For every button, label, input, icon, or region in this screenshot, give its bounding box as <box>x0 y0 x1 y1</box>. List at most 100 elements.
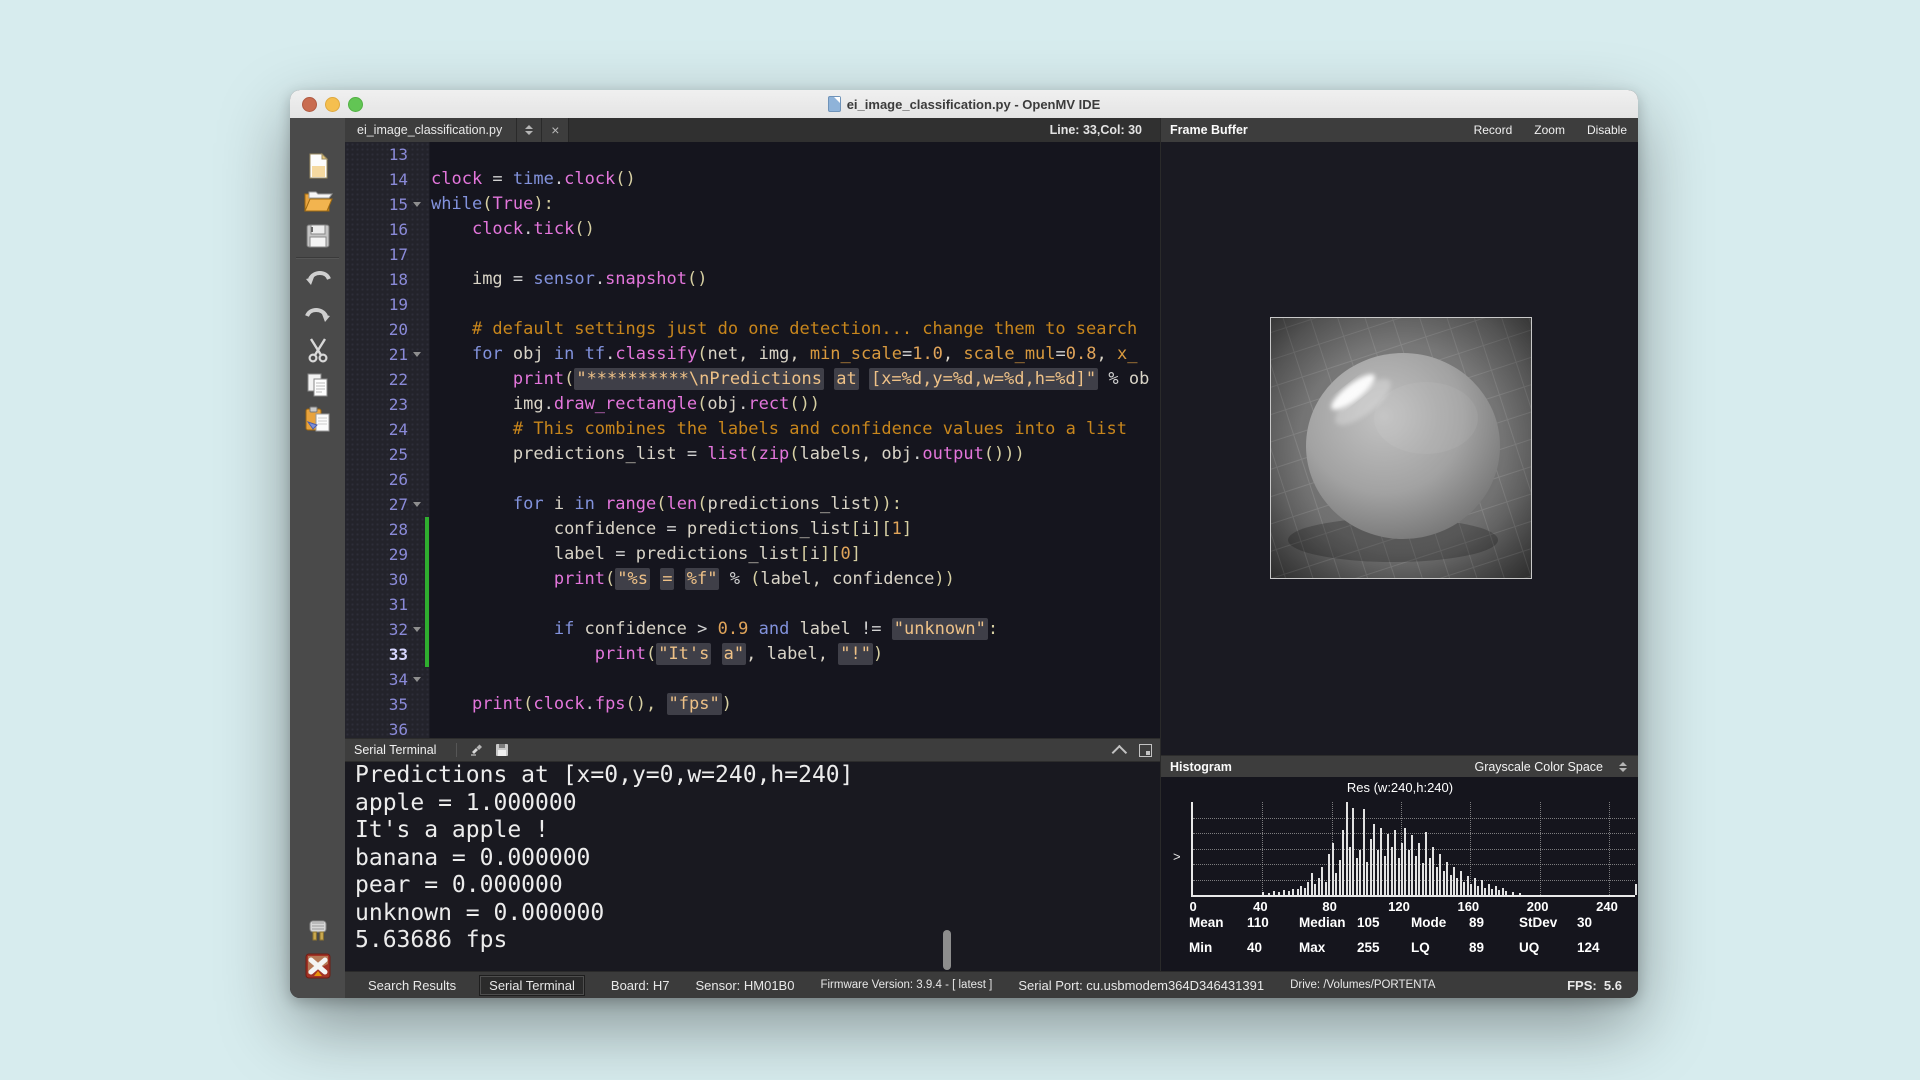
zoom-button[interactable]: Zoom <box>1534 123 1565 137</box>
detach-window-icon[interactable] <box>1139 743 1152 757</box>
code-line[interactable]: 25 predictions_list = list(zip(labels, o… <box>345 442 1160 467</box>
code-line[interactable]: 34 <box>345 667 1160 692</box>
code-line[interactable]: 18 img = sensor.snapshot() <box>345 267 1160 292</box>
code-line[interactable]: 19 <box>345 292 1160 317</box>
histogram-y-control[interactable]: > <box>1173 849 1181 864</box>
status-search-results[interactable]: Search Results <box>359 976 465 995</box>
stat-label: Mode <box>1411 915 1447 930</box>
histogram-bar <box>1366 861 1369 895</box>
paste-icon[interactable] <box>303 405 333 435</box>
histogram-bar <box>1380 828 1383 895</box>
histogram-bar <box>1432 846 1435 895</box>
colorspace-select[interactable]: Grayscale Color Space <box>1474 760 1603 774</box>
histogram-bar <box>1369 839 1372 895</box>
collapse-icon[interactable] <box>1111 744 1128 760</box>
record-button[interactable]: Record <box>1474 123 1513 137</box>
minimize-window-icon[interactable] <box>325 96 340 112</box>
frame-buffer-column: Frame Buffer Record Zoom Disable Histogr… <box>1154 118 1638 972</box>
line-number: 23 <box>388 395 408 414</box>
code-editor[interactable]: 13 14 clock = time.clock() 15 while(True): 16… <box>345 142 1160 738</box>
open-file-icon[interactable] <box>303 186 333 216</box>
line-col-indicator: Line: 33,Col: 30 <box>1049 123 1142 137</box>
line-number: 30 <box>388 570 408 589</box>
tab-close-icon[interactable]: × <box>541 118 568 142</box>
gridline <box>1193 817 1635 819</box>
tab-ei-image-classification[interactable]: ei_image_classification.py × <box>345 118 570 142</box>
fold-marker-icon[interactable] <box>408 192 425 217</box>
undo-icon[interactable] <box>303 265 333 295</box>
frame-buffer-view <box>1154 142 1638 755</box>
histogram-bar <box>1328 854 1331 895</box>
connect-icon[interactable] <box>303 916 333 946</box>
code-line[interactable]: 24 # This combines the labels and confid… <box>345 417 1160 442</box>
histogram-bar <box>1321 867 1324 895</box>
code-line[interactable]: 32 if confidence > 0.9 and label != "unk… <box>345 617 1160 642</box>
fold-marker-icon[interactable] <box>408 667 425 692</box>
redo-icon[interactable] <box>303 300 333 330</box>
histogram-bar <box>1297 889 1299 895</box>
histogram-bar <box>1267 893 1270 895</box>
disconnect-icon[interactable] <box>303 951 333 981</box>
fold-marker-icon[interactable] <box>408 342 425 367</box>
gridline <box>1470 802 1472 895</box>
close-window-icon[interactable] <box>302 96 317 112</box>
code-line[interactable]: 23 img.draw_rectangle(obj.rect()) <box>345 392 1160 417</box>
histogram-bar <box>1491 889 1494 895</box>
histogram-bar <box>1635 883 1637 895</box>
serial-terminal[interactable]: Predictions at [x=0,y=0,w=240,h=240] appl… <box>345 762 1160 972</box>
python-file-icon <box>827 96 841 112</box>
copy-icon[interactable] <box>303 370 333 400</box>
serial-terminal-header: Serial Terminal <box>345 738 1160 762</box>
cut-icon[interactable] <box>303 335 333 365</box>
status-serial-port: Serial Port: cu.usbmodem364D346431391 <box>1018 977 1265 993</box>
code-line[interactable]: 29 label = predictions_list[i][0] <box>345 542 1160 567</box>
code-line[interactable]: 28 confidence = predictions_list[i][1] <box>345 517 1160 542</box>
code-line[interactable]: 16 clock.tick() <box>345 217 1160 242</box>
histogram-bar <box>1407 850 1410 895</box>
code-text: clock = time.clock() <box>431 169 636 189</box>
code-text: print("**********\nPredictions at [x=%d,… <box>512 368 1150 390</box>
fold-marker-icon[interactable] <box>408 492 425 517</box>
code-line[interactable]: 20 # default settings just do one detect… <box>345 317 1160 342</box>
code-line[interactable]: 27 for i in range(len(predictions_list))… <box>345 492 1160 517</box>
code-line[interactable]: 33 print("It's a", label, "!") <box>345 642 1160 667</box>
code-line[interactable]: 30 print("%s = %f" % (label, confidence)… <box>345 567 1160 592</box>
line-number: 15 <box>388 195 408 214</box>
terminal-scrollbar[interactable] <box>943 930 951 970</box>
code-line[interactable]: 14 clock = time.clock() <box>345 167 1160 192</box>
histogram-bar <box>1314 883 1317 895</box>
histogram-bar <box>1418 842 1421 895</box>
disable-button[interactable]: Disable <box>1587 123 1627 137</box>
code-line[interactable]: 36 <box>345 717 1160 738</box>
status-serial-terminal[interactable]: Serial Terminal <box>479 974 585 996</box>
clear-log-icon[interactable] <box>466 742 486 758</box>
line-number: 14 <box>388 170 408 189</box>
code-line[interactable]: 13 <box>345 142 1160 167</box>
zoom-window-icon[interactable] <box>348 96 363 112</box>
fold-column <box>408 517 425 542</box>
code-line[interactable]: 35 print(clock.fps(), "fps") <box>345 692 1160 717</box>
code-line[interactable]: 15 while(True): <box>345 192 1160 217</box>
line-number: 29 <box>388 545 408 564</box>
line-number: 17 <box>388 245 408 264</box>
code-text: clock.tick() <box>471 219 595 239</box>
code-line[interactable]: 17 <box>345 242 1160 267</box>
fold-marker-icon[interactable] <box>408 617 425 642</box>
histogram-stats-row-1: Mean 110 Median 105 Mode 89 StDev 30 <box>1189 915 1629 930</box>
code-line[interactable]: 22 print("**********\nPredictions at [x=… <box>345 367 1160 392</box>
save-log-icon[interactable] <box>492 742 512 758</box>
code-line[interactable]: 31 <box>345 592 1160 617</box>
stat-uq: UQ 124 <box>1519 940 1629 955</box>
colorspace-spinner-icon[interactable] <box>1611 756 1635 778</box>
new-file-icon[interactable] <box>303 151 333 181</box>
histogram-bar <box>1342 829 1345 895</box>
fold-column <box>408 142 425 167</box>
tab-spinner-icon[interactable] <box>516 118 541 142</box>
code-line[interactable]: 21 for obj in tf.classify(net, img, min_… <box>345 342 1160 367</box>
line-number: 34 <box>388 670 408 689</box>
fold-column <box>408 592 425 617</box>
save-file-icon[interactable] <box>303 221 333 251</box>
code-line[interactable]: 26 <box>345 467 1160 492</box>
histogram-bar <box>1383 855 1386 895</box>
